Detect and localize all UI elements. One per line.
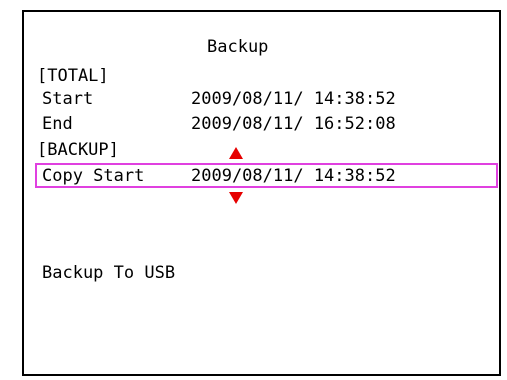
osd-screen	[22, 10, 501, 376]
copy-start-value[interactable]: 2009/08/11/ 14:38:52	[191, 166, 396, 186]
start-label: Start	[42, 89, 94, 109]
page-title: Backup	[207, 37, 269, 57]
start-value: 2009/08/11/ 14:38:52	[191, 89, 396, 109]
copy-start-label: Copy Start	[42, 166, 145, 186]
arrow-down-icon[interactable]	[229, 192, 243, 204]
end-value: 2009/08/11/ 16:52:08	[191, 114, 396, 134]
end-label: End	[42, 114, 73, 134]
arrow-up-icon[interactable]	[229, 147, 243, 159]
total-section-header: [TOTAL]	[37, 66, 109, 86]
backup-to-usb-option[interactable]: Backup To USB	[42, 263, 175, 283]
backup-section-header: [BACKUP]	[37, 140, 119, 160]
